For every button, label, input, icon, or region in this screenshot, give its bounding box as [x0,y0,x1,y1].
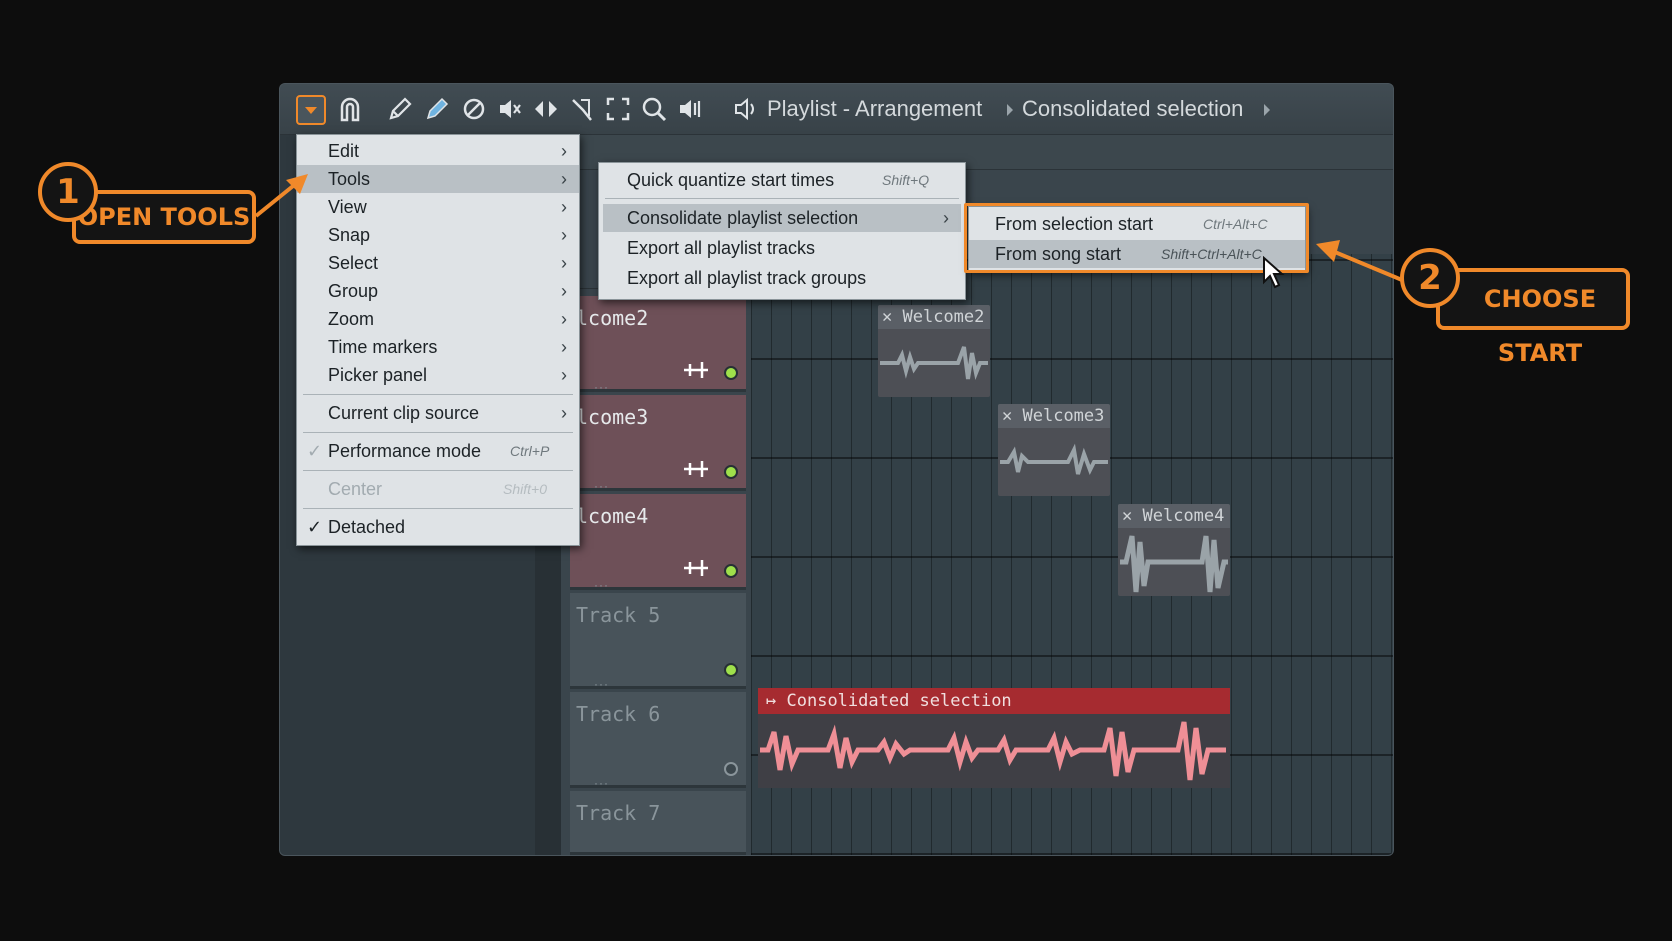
arrow-icon [254,174,308,218]
callout-open-tools: OPEN TOOLS [72,190,256,244]
brush-icon[interactable] [423,96,451,124]
close-icon[interactable]: ✕ [1122,506,1132,526]
breadcrumb-arrow-icon [1264,104,1270,116]
clip-name: Consolidated selection [786,691,1012,711]
title-bar: Playlist - Arrangement Consolidated sele… [280,84,1393,135]
track-grip-icon: ··· [594,578,609,592]
sparkle-icon [684,461,708,477]
menu-item-consolidate-playlist-selection[interactable]: Consolidate playlist selection › [603,204,961,232]
track-led[interactable] [724,762,738,776]
track-name: lcome3 [576,405,649,429]
track-name: lcome2 [576,306,649,330]
menu-separator [303,394,573,395]
step-badge-2: 2 [1400,248,1460,308]
window-title: Playlist - Arrangement [767,96,983,121]
mute-icon[interactable] [496,96,524,124]
close-icon[interactable]: ✕ [882,307,892,327]
menu-separator [605,198,959,199]
slice-icon[interactable] [568,96,596,124]
delete-icon[interactable] [460,96,488,124]
speaker-icon[interactable] [732,96,760,124]
cursor-icon [1263,256,1285,289]
magnet-icon[interactable] [336,96,364,124]
menu-separator [303,508,573,509]
track-grip-icon: ··· [594,776,609,790]
track-led[interactable] [724,663,738,677]
menu-item-time-markers[interactable]: Time markers › [297,333,579,361]
consolidated-clip[interactable]: ↦ Consolidated selection [758,688,1230,788]
menu-item-snap[interactable]: Snap › [297,221,579,249]
audio-clip[interactable]: ✕ Welcome2 [878,305,990,397]
check-icon: ✓ [307,441,323,461]
menu-item-export-all-playlist-tracks[interactable]: Export all playlist tracks [599,234,965,262]
dropdown-icon[interactable] [296,95,326,125]
clip-name: Welcome2 [902,307,985,327]
sparkle-icon [684,560,708,576]
clip-name: Welcome4 [1142,506,1225,526]
menu-separator [303,432,573,433]
track-led[interactable] [724,564,738,578]
tools-submenu: Quick quantize start times Shift+Q Consol… [598,162,966,300]
pencil-icon[interactable] [386,96,414,124]
track-grip-icon: ··· [594,479,609,493]
select-icon[interactable] [604,96,632,124]
breadcrumb-current[interactable]: Consolidated selection [1022,96,1243,122]
step-badge-1: 1 [38,162,98,222]
arrow-icon [1316,240,1403,282]
track-name: Track 5 [576,603,661,627]
menu-item-zoom[interactable]: Zoom › [297,305,579,333]
waveform [760,721,1226,781]
sparkle-icon [684,362,708,378]
track-header[interactable]: lcome3 ··· [570,395,746,493]
track-led[interactable] [724,465,738,479]
waveform [880,346,988,380]
clip-arrow-icon: ↦ [766,691,777,711]
highlight-box [964,203,1309,273]
audio-clip[interactable]: ✕ Welcome4 [1118,504,1230,596]
menu-item-current-clip-source[interactable]: Current clip source › [297,399,579,427]
menu-separator [303,470,573,471]
clip-name: Welcome3 [1022,406,1105,426]
main-menu: Edit › Tools › View › Snap › Select › Group › … [296,134,580,546]
track-grip-icon: ··· [594,677,609,691]
menu-item-picker-panel[interactable]: Picker panel › [297,361,579,389]
track-grip-icon: ··· [594,380,609,394]
track-header[interactable]: Track 6 ··· [570,692,746,790]
menu-item-detached[interactable]: ✓ Detached [297,513,579,541]
track-header[interactable]: lcome2 ··· [570,296,746,394]
zoom-icon[interactable] [640,96,668,124]
audio-clip[interactable]: ✕ Welcome3 [998,404,1110,496]
menu-item-export-all-playlist-track-groups[interactable]: Export all playlist track groups [599,264,965,292]
playlist-window: Playlist - Arrangement Consolidated sele… [280,84,1393,855]
playback-icon[interactable] [676,96,704,124]
menu-item-tools[interactable]: Tools › [297,165,579,193]
menu-item-view[interactable]: View › [297,193,579,221]
breadcrumb-arrow-icon [1007,104,1013,116]
track-name: lcome4 [576,504,649,528]
callout-choose-start: CHOOSE START [1436,268,1630,367]
menu-item-quick-quantize[interactable]: Quick quantize start times Shift+Q [599,166,965,194]
menu-item-center: Center Shift+0 [328,479,547,499]
slip-icon[interactable] [532,96,560,124]
track-header[interactable]: Track 7 [570,791,746,855]
track-header[interactable]: Track 5 ··· [570,593,746,691]
track-header[interactable]: lcome4 ··· [570,494,746,592]
waveform [1000,443,1108,475]
check-icon: ✓ [307,517,323,537]
menu-item-edit[interactable]: Edit › [297,137,579,165]
menu-item-performance-mode[interactable]: ✓ Performance mode Ctrl+P [297,437,579,465]
waveform [1120,535,1228,593]
track-name: Track 7 [576,801,661,825]
menu-item-group[interactable]: Group › [297,277,579,305]
close-icon[interactable]: ✕ [1002,406,1012,426]
track-led[interactable] [724,366,738,380]
track-name: Track 6 [576,702,661,726]
menu-item-select[interactable]: Select › [297,249,579,277]
